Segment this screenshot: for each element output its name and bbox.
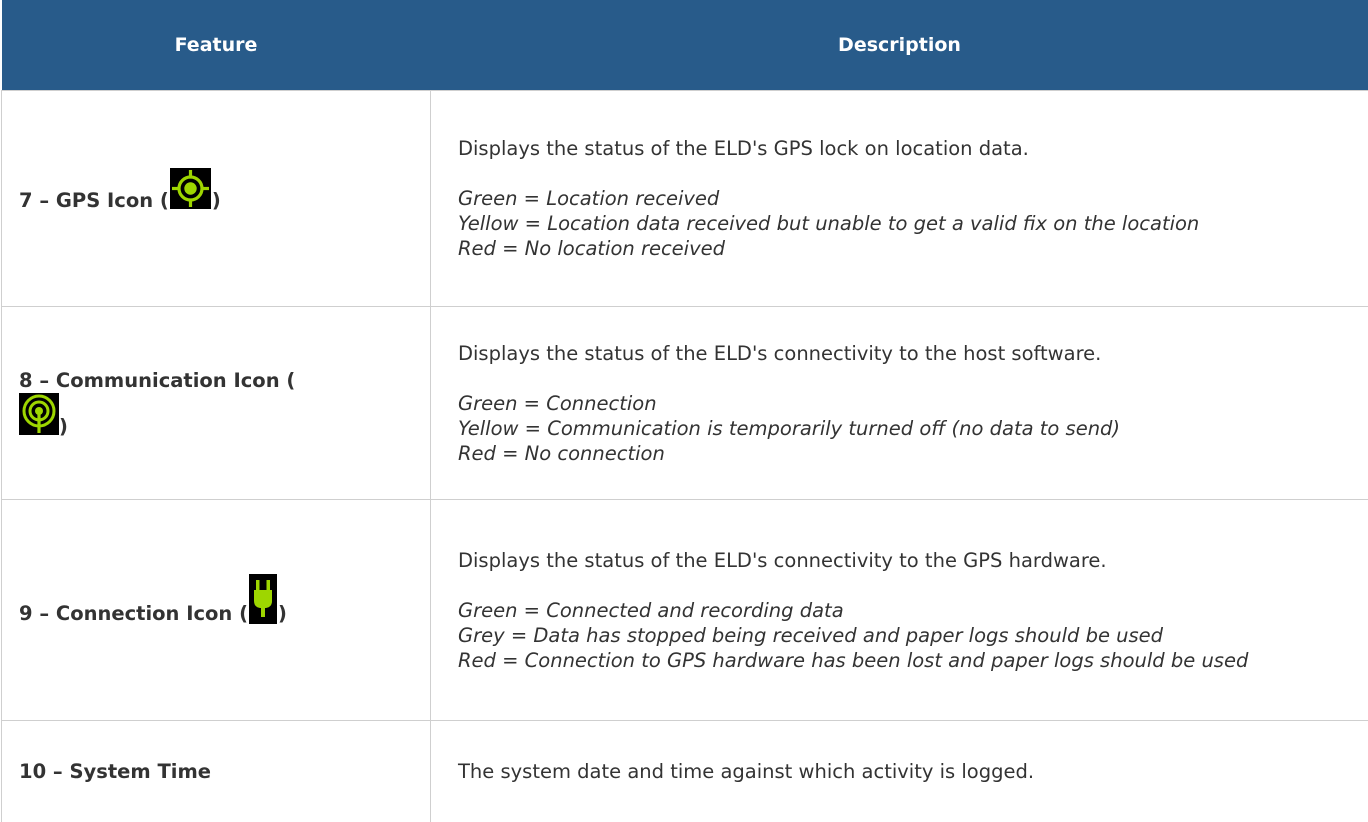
feature-description-table: Feature Description 7 – GPS Icon ( <box>1 0 1368 822</box>
feature-label-communication: 8 – Communication Icon ( <box>19 369 295 392</box>
legend-red: Red = No connection <box>458 441 1358 466</box>
feature-label-connection-close: ) <box>278 602 287 625</box>
legend-grey: Grey = Data has stopped being received a… <box>458 623 1358 648</box>
legend-yellow: Yellow = Location data received but unab… <box>458 211 1358 236</box>
legend-green: Green = Connected and recording data <box>458 598 1358 623</box>
description-text: Displays the status of the ELD's connect… <box>458 548 1358 573</box>
legend-green: Green = Location received <box>458 186 1358 211</box>
feature-label-communication-close: ) <box>59 415 68 438</box>
description-cell-communication: Displays the status of the ELD's connect… <box>431 307 1368 500</box>
table-header-row: Feature Description <box>2 0 1368 91</box>
feature-label-gps: 7 – GPS Icon ( <box>19 189 169 212</box>
feature-column-header: Feature <box>2 0 431 91</box>
table-row: 10 – System Time The system date and tim… <box>2 721 1368 822</box>
feature-cell-gps: 7 – GPS Icon ( ) <box>2 91 431 307</box>
antenna-signal-icon <box>19 393 59 435</box>
legend-red: Red = No location received <box>458 236 1358 261</box>
table-row: 9 – Connection Icon ( ) Displays the sta… <box>2 500 1368 721</box>
feature-table-page: Feature Description 7 – GPS Icon ( <box>0 0 1368 821</box>
feature-cell-connection: 9 – Connection Icon ( ) <box>2 500 431 721</box>
gps-target-icon <box>170 168 211 209</box>
legend-green: Green = Connection <box>458 391 1358 416</box>
description-text: The system date and time against which a… <box>458 760 1034 783</box>
description-cell-connection: Displays the status of the ELD's connect… <box>431 500 1368 721</box>
description-cell-system-time: The system date and time against which a… <box>431 721 1368 822</box>
feature-label-gps-close: ) <box>212 189 221 212</box>
feature-cell-communication: 8 – Communication Icon ( ) <box>2 307 431 500</box>
description-text: Displays the status of the ELD's GPS loc… <box>458 136 1358 161</box>
legend-yellow: Yellow = Communication is temporarily tu… <box>458 416 1358 441</box>
table-row: 8 – Communication Icon ( ) Displays the … <box>2 307 1368 500</box>
table-row: 7 – GPS Icon ( ) Displays the status of … <box>2 91 1368 307</box>
feature-label-connection: 9 – Connection Icon ( <box>19 602 248 625</box>
feature-cell-system-time: 10 – System Time <box>2 721 431 822</box>
description-text: Displays the status of the ELD's connect… <box>458 341 1358 366</box>
description-cell-gps: Displays the status of the ELD's GPS loc… <box>431 91 1368 307</box>
power-plug-icon <box>249 574 277 624</box>
description-column-header: Description <box>431 0 1368 91</box>
legend-red: Red = Connection to GPS hardware has bee… <box>458 648 1358 673</box>
